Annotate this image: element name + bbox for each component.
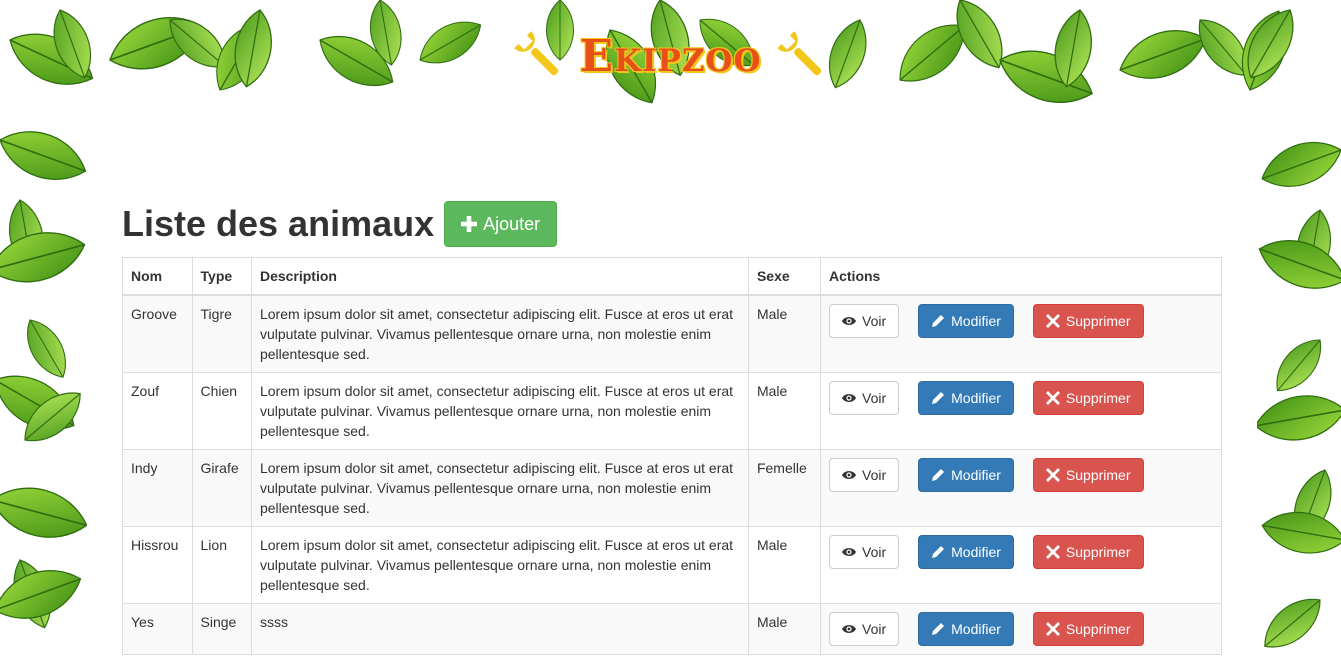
view-label: Voir — [862, 390, 887, 406]
cell-type: Chien — [191, 372, 252, 450]
x-icon — [1045, 391, 1060, 405]
delete-label: Supprimer — [1065, 390, 1131, 406]
column-header-nom: Nom — [122, 257, 193, 296]
cell-type: Tigre — [191, 294, 252, 373]
view-label: Voir — [862, 621, 887, 637]
view-label: Voir — [862, 544, 887, 560]
x-icon — [1045, 468, 1060, 482]
pencil-icon — [932, 315, 945, 327]
cell-sexe: Male — [747, 372, 822, 450]
cell-sexe: Male — [747, 526, 822, 604]
pencil-icon — [932, 623, 945, 635]
cell-sexe: Male — [747, 294, 822, 373]
page-title: Liste des animaux — [122, 203, 435, 244]
add-button-label: Ajouter — [483, 213, 541, 234]
view-label: Voir — [862, 313, 887, 329]
cell-actions: Voir Modifier Supprimer — [820, 526, 1222, 604]
edit-button[interactable]: Modifier — [918, 381, 1014, 415]
site-title[interactable]: Ekipzoo — [580, 31, 762, 82]
table-row: Yes Singe ssss Male Voir Modifier Suppri… — [122, 603, 1222, 655]
delete-label: Supprimer — [1065, 313, 1131, 329]
cell-actions: Voir Modifier Supprimer — [820, 449, 1222, 527]
edit-button[interactable]: Modifier — [918, 304, 1014, 338]
delete-button[interactable]: Supprimer — [1032, 535, 1144, 569]
cell-type: Girafe — [191, 449, 252, 527]
cell-actions: Voir Modifier Supprimer — [820, 603, 1222, 655]
column-header-type: Type — [191, 257, 252, 296]
cell-actions: Voir Modifier Supprimer — [820, 294, 1222, 373]
edit-button[interactable]: Modifier — [918, 612, 1014, 646]
cell-nom: Indy — [122, 449, 193, 527]
delete-label: Supprimer — [1065, 467, 1131, 483]
pencil-icon — [932, 469, 945, 481]
table-row: Indy Girafe Lorem ipsum dolor sit amet, … — [122, 449, 1222, 527]
eye-icon — [842, 317, 856, 325]
eye-icon — [842, 394, 856, 402]
column-header-description: Description — [250, 257, 749, 296]
delete-button[interactable]: Supprimer — [1032, 304, 1144, 338]
delete-button[interactable]: Supprimer — [1032, 381, 1144, 415]
main-panel: Liste des animaux Ajouter Nom Type Descr… — [87, 131, 1257, 671]
view-button[interactable]: Voir — [829, 304, 900, 338]
cell-nom: Groove — [122, 294, 193, 373]
view-button[interactable]: Voir — [829, 612, 900, 646]
x-icon — [1045, 622, 1060, 636]
edit-label: Modifier — [951, 467, 1001, 483]
cell-description: Lorem ipsum dolor sit amet, consectetur … — [250, 449, 749, 527]
delete-label: Supprimer — [1065, 621, 1131, 637]
page-heading: Liste des animaux Ajouter — [122, 201, 558, 247]
edit-button[interactable]: Modifier — [918, 458, 1014, 492]
wrench-icon — [513, 31, 558, 76]
pencil-icon — [932, 546, 945, 558]
delete-button[interactable]: Supprimer — [1032, 458, 1144, 492]
animals-table: Nom Type Description Sexe Actions Groove… — [122, 257, 1222, 655]
cell-type: Singe — [191, 603, 252, 655]
table-row: Groove Tigre Lorem ipsum dolor sit amet,… — [122, 294, 1222, 373]
cell-description: Lorem ipsum dolor sit amet, consectetur … — [250, 372, 749, 450]
edit-label: Modifier — [951, 544, 1001, 560]
cell-description: Lorem ipsum dolor sit amet, consectetur … — [250, 294, 749, 373]
table-row: Hissrou Lion Lorem ipsum dolor sit amet,… — [122, 526, 1222, 604]
cell-description: ssss — [250, 603, 749, 655]
cell-nom: Zouf — [122, 372, 193, 450]
column-header-sexe: Sexe — [747, 257, 822, 296]
view-label: Voir — [862, 467, 887, 483]
cell-actions: Voir Modifier Supprimer — [820, 372, 1222, 450]
view-button[interactable]: Voir — [829, 458, 900, 492]
column-header-actions: Actions — [820, 257, 1222, 296]
cell-nom: Yes — [122, 603, 193, 655]
cell-nom: Hissrou — [122, 526, 193, 604]
view-button[interactable]: Voir — [829, 535, 900, 569]
delete-button[interactable]: Supprimer — [1032, 612, 1144, 646]
cell-sexe: Male — [747, 603, 822, 655]
cell-sexe: Femelle — [747, 449, 822, 527]
cell-type: Lion — [191, 526, 252, 604]
table-row: Zouf Chien Lorem ipsum dolor sit amet, c… — [122, 372, 1222, 450]
site-header: Ekipzoo — [0, 24, 1341, 88]
edit-label: Modifier — [951, 313, 1001, 329]
table-header-row: Nom Type Description Sexe Actions — [122, 257, 1222, 296]
eye-icon — [842, 625, 856, 633]
edit-label: Modifier — [951, 390, 1001, 406]
edit-label: Modifier — [951, 621, 1001, 637]
eye-icon — [842, 471, 856, 479]
cell-description: Lorem ipsum dolor sit amet, consectetur … — [250, 526, 749, 604]
delete-label: Supprimer — [1065, 544, 1131, 560]
eye-icon — [842, 548, 856, 556]
wrench-icon — [777, 31, 822, 76]
edit-button[interactable]: Modifier — [918, 535, 1014, 569]
add-animal-button[interactable]: Ajouter — [444, 201, 558, 247]
plus-icon — [461, 216, 478, 232]
x-icon — [1045, 545, 1060, 559]
x-icon — [1045, 314, 1060, 328]
pencil-icon — [932, 392, 945, 404]
view-button[interactable]: Voir — [829, 381, 900, 415]
